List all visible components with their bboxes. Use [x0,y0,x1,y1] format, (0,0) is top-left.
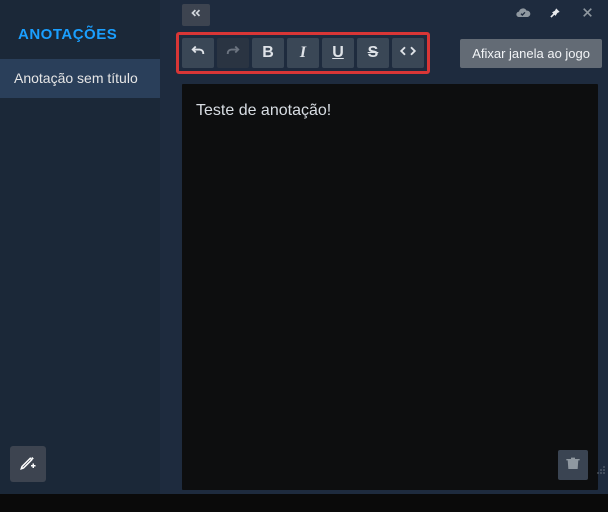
pin-window-button[interactable] [546,6,564,24]
resize-grip[interactable] [596,462,606,472]
cloud-check-icon [515,5,531,26]
pin-icon [548,6,562,25]
close-icon [581,6,594,24]
bottom-strip [0,494,608,512]
app-frame: ANOTAÇÕES Anotação sem título [0,0,608,494]
note-content: Teste de anotação! [196,102,331,119]
cloud-sync-button[interactable] [514,6,532,24]
topbar [160,0,608,30]
redo-icon [224,42,242,65]
sidebar: ANOTAÇÕES Anotação sem título [0,0,160,494]
code-icon [399,42,417,65]
note-list-item[interactable]: Anotação sem título [0,59,160,98]
italic-button[interactable]: I [287,38,319,68]
chevrons-left-icon [189,6,203,25]
toolbar-highlight-box: B I U S [176,32,430,74]
pin-to-game-button[interactable]: Afixar janela ao jogo [460,39,602,68]
delete-note-button[interactable] [558,450,588,480]
strike-button[interactable]: S [357,38,389,68]
undo-button[interactable] [182,38,214,68]
toolbar: B I U S Afixa [160,30,608,80]
topbar-right [514,6,602,24]
code-button[interactable] [392,38,424,68]
main-panel: B I U S Afixa [160,0,608,494]
undo-icon [189,42,207,65]
bold-button[interactable]: B [252,38,284,68]
trash-icon [565,455,581,476]
close-button[interactable] [578,6,596,24]
collapse-sidebar-button[interactable] [182,4,210,26]
sidebar-title: ANOTAÇÕES [0,0,160,59]
note-list-item-label: Anotação sem título [14,70,138,86]
pencil-plus-icon [19,453,37,476]
strike-icon: S [368,44,379,62]
italic-icon: I [300,44,306,62]
underline-button[interactable]: U [322,38,354,68]
bold-icon: B [262,44,274,62]
add-note-button[interactable] [10,446,46,482]
underline-icon: U [332,44,344,62]
redo-button[interactable] [217,38,249,68]
editor-container: Teste de anotação! [160,80,608,494]
note-editor[interactable]: Teste de anotação! [182,84,598,490]
